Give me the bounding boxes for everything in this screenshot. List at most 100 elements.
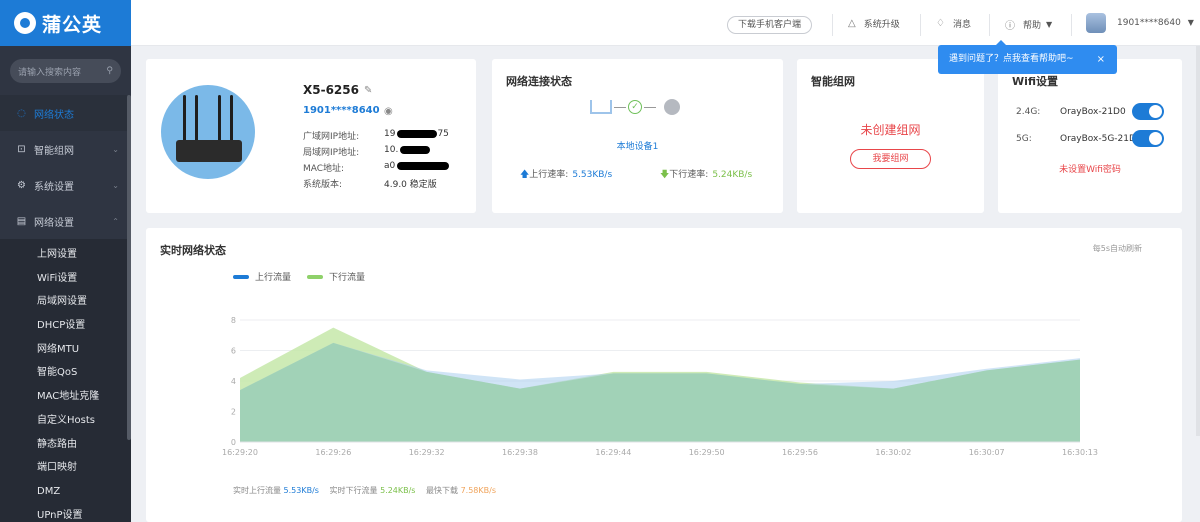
ssid: OrayBox-5G-21D	[1060, 134, 1136, 144]
device-account: 1901****8640	[303, 105, 380, 116]
submenu-item-qos[interactable]: 智能QoS	[0, 361, 131, 385]
router-image	[161, 85, 255, 179]
network-status-card: 网络连接状态 ✓ 本地设备1 🡅上行速率: 5.53KB/s 🡇下行速率: 5.24…	[492, 59, 783, 213]
chevron-up-icon: ⌃	[112, 216, 119, 226]
footer-max-value: 7.58KB/s	[460, 486, 496, 495]
edit-icon[interactable]: ✎	[364, 85, 372, 96]
brand-name: 蒲公英	[42, 13, 103, 36]
sidebar-item-label: 系统设置	[34, 181, 74, 193]
lan-ip-label: 局域网IP地址:	[303, 148, 360, 158]
footer-up-label: 实时上行流量	[233, 486, 281, 495]
bell-icon: ♢	[936, 18, 945, 29]
search-input[interactable]: 请输入搜索内容 ⚲	[10, 59, 121, 83]
antenna-graphic	[183, 95, 186, 145]
submenu-item-internet[interactable]: 上网设置	[0, 243, 131, 267]
chevron-down-icon: ⌄	[112, 144, 119, 154]
eye-off-icon[interactable]: ◉	[384, 106, 393, 117]
check-icon: ✓	[628, 100, 642, 114]
chevron-down-icon: ⌄	[112, 180, 119, 190]
wan-ip-value: 19 75	[384, 129, 449, 139]
x-tick-label: 16:29:20	[222, 448, 258, 457]
sidebar-item-mesh[interactable]: ⊡ 智能组网 ⌄	[0, 131, 131, 167]
laptop-icon	[590, 100, 612, 114]
antenna-graphic	[218, 95, 221, 145]
mesh-icon: ⊡	[17, 143, 26, 155]
x-tick-label: 16:29:26	[315, 448, 351, 457]
wifi-row-5g: 5G: OrayBox-5G-21D	[1016, 130, 1166, 147]
submenu-item-hosts[interactable]: 自定义Hosts	[0, 409, 131, 433]
user-menu[interactable]: 1901****8640 ▼	[1117, 18, 1194, 28]
redaction-mark	[397, 129, 438, 138]
sidebar-item-system-settings[interactable]: ⚙ 系统设置 ⌄	[0, 167, 131, 203]
page-scrollbar[interactable]	[1196, 46, 1200, 436]
sidebar-item-label: 网络状态	[34, 109, 74, 121]
lan-ip-prefix: 10.	[384, 145, 399, 155]
download-rate: 🡇下行速率: 5.24KB/s	[660, 167, 752, 183]
sidebar-scrollbar[interactable]	[127, 95, 131, 440]
footer-max-label: 最快下载	[426, 486, 459, 495]
version-label: 系统版本:	[303, 180, 343, 190]
footer-down-label: 实时下行流量	[329, 486, 378, 495]
upgrade-button[interactable]: △ 系统升级	[848, 17, 900, 30]
sidebar-item-network-status[interactable]: ◌ 网络状态	[0, 95, 131, 131]
submenu-item-static-route[interactable]: 静态路由	[0, 433, 131, 457]
help-tooltip[interactable]: 遇到问题了？点我查看帮助吧~ ×	[938, 40, 1117, 74]
card-title: 智能组网	[811, 75, 855, 88]
y-tick-label: 6	[231, 347, 236, 356]
avatar[interactable]	[1086, 13, 1106, 33]
submenu-item-mtu[interactable]: 网络MTU	[0, 338, 131, 362]
connector-line	[644, 106, 656, 108]
upgrade-icon: △	[848, 18, 856, 29]
submenu-item-upnp[interactable]: UPnP设置	[0, 504, 131, 522]
download-app-button[interactable]: 下载手机客户端	[727, 16, 813, 34]
submenu-item-lan[interactable]: 局域网设置	[0, 290, 131, 314]
local-device-link[interactable]: 本地设备1	[492, 139, 783, 152]
submenu-item-dmz[interactable]: DMZ	[0, 480, 131, 504]
antenna-graphic	[195, 95, 198, 145]
network-status-icon: ◌	[17, 107, 26, 119]
download-rate-label: 下行速率:	[669, 170, 709, 180]
submenu-item-wifi[interactable]: WiFi设置	[0, 267, 131, 291]
y-tick-label: 4	[231, 377, 236, 386]
lan-ip-value: 10.	[384, 145, 431, 155]
submenu-item-port-mapping[interactable]: 端口映射	[0, 456, 131, 480]
create-mesh-button[interactable]: 我要组网	[850, 149, 931, 169]
mesh-status: 未创建组网	[860, 123, 921, 137]
x-tick-label: 16:30:07	[969, 448, 1005, 457]
divider	[920, 14, 921, 36]
submenu-item-dhcp[interactable]: DHCP设置	[0, 314, 131, 338]
help-button[interactable]: ⓘ 帮助 ▼	[1005, 17, 1052, 32]
wifi-2g-toggle[interactable]	[1132, 103, 1164, 120]
wifi-password-warning[interactable]: 未设置Wifi密码	[998, 162, 1182, 175]
redaction-mark	[400, 145, 431, 154]
username: 1901****8640	[1117, 18, 1181, 28]
x-tick-label: 16:30:02	[875, 448, 911, 457]
wan-ip-label: 广域网IP地址:	[303, 132, 360, 142]
top-bar: 下载手机客户端 △ 系统升级 ♢ 消息 ⓘ 帮助 ▼ 1901****8640 …	[131, 0, 1200, 46]
redaction-mark	[397, 161, 450, 170]
help-label: 帮助	[1023, 21, 1042, 31]
wifi-row-2g: 2.4G: OrayBox-21D0	[1016, 103, 1166, 120]
mac-value: a0	[384, 161, 450, 171]
close-icon[interactable]: ×	[1097, 45, 1105, 74]
submenu-item-mac-clone[interactable]: MAC地址克隆	[0, 385, 131, 409]
band-label: 5G:	[1016, 134, 1032, 144]
search-placeholder: 请输入搜索内容	[18, 67, 82, 78]
caret-down-icon: ▼	[1046, 20, 1053, 29]
sidebar-item-network-settings[interactable]: ▤ 网络设置 ⌃	[0, 203, 131, 239]
footer-down-value: 5.24KB/s	[380, 486, 416, 495]
wifi-5g-toggle[interactable]	[1132, 130, 1164, 147]
realtime-card: 实时网络状态 每5s自动刷新 上行流量 下行流量 0 2 4 6 8 16:29:20 16…	[146, 228, 1182, 522]
gear-icon: ⚙	[17, 179, 26, 191]
realtime-footer: 实时上行流量 5.53KB/s 实时下行流量 5.24KB/s 最快下载 7.5…	[233, 485, 496, 496]
sidebar-item-label: 网络设置	[34, 217, 74, 229]
arrow-down-icon: 🡇	[660, 170, 670, 180]
card-title: Wifi设置	[1012, 75, 1059, 88]
search-icon[interactable]: ⚲	[106, 66, 113, 76]
messages-button[interactable]: ♢ 消息	[936, 17, 971, 30]
x-tick-label: 16:29:32	[409, 448, 445, 457]
sidebar-menu: ◌ 网络状态 ⊡ 智能组网 ⌄ ⚙ 系统设置 ⌄ ▤ 网络设置 ⌃ 上网设置 W…	[0, 95, 131, 522]
messages-label: 消息	[952, 20, 971, 30]
brand-logo[interactable]: 蒲公英	[0, 0, 131, 46]
y-tick-label: 2	[231, 408, 236, 417]
